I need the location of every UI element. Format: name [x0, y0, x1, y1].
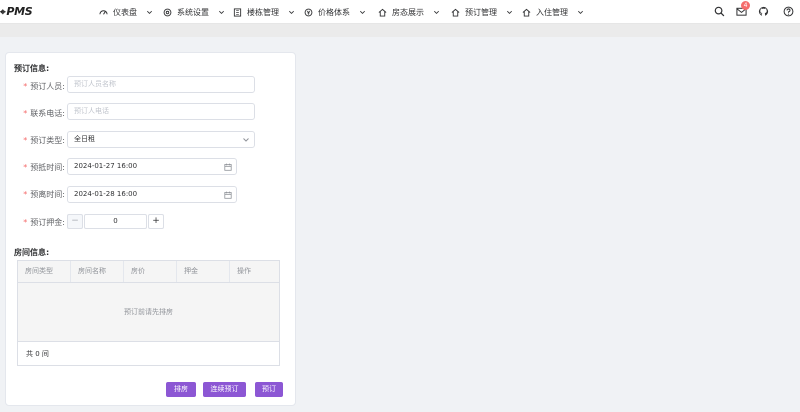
type-select[interactable]: 全日租	[67, 131, 255, 148]
arrive-datetime-input[interactable]: 2024-01-27 16:00	[67, 158, 237, 175]
chevron-down-icon	[219, 10, 224, 14]
arrive-label-text: 预抵时间:	[30, 163, 65, 172]
deposit-decrement-button[interactable]: −	[67, 214, 83, 229]
house-icon	[378, 8, 387, 17]
chevron-down-icon	[243, 138, 249, 142]
deposit-input[interactable]: 0	[84, 214, 147, 229]
type-label-text: 预订类型:	[30, 136, 65, 145]
booker-placeholder: 预订人员名称	[74, 80, 116, 88]
app-logo[interactable]: ⌖PMS	[0, 5, 33, 18]
phone-placeholder: 预订人电话	[74, 107, 109, 115]
required-mark: *	[23, 218, 28, 227]
notification-badge: 4	[741, 1, 750, 10]
column-header: 押金	[177, 261, 230, 282]
github-icon[interactable]	[758, 6, 769, 17]
leave-label: * 预离时间:	[5, 189, 65, 200]
nav-checkin[interactable]: 入住管理	[522, 0, 584, 24]
column-header: 房价	[124, 261, 177, 282]
table-header: 房间类型 房间名称 房价 押金 操作	[18, 261, 279, 283]
chevron-down-icon	[289, 10, 294, 14]
chevron-down-icon	[360, 10, 365, 14]
nav-building-label: 楼栋管理	[247, 7, 279, 17]
reservation-info-title: 预订信息:	[14, 64, 50, 73]
price-icon	[304, 8, 313, 16]
column-header: 房间名称	[71, 261, 124, 282]
column-header: 房间类型	[18, 261, 71, 282]
logo-mark: ⌖	[0, 7, 6, 18]
nav-price-label: 价格体系	[318, 7, 350, 17]
arrive-value: 2024-01-27 16:00	[74, 162, 138, 170]
settings-icon	[163, 8, 172, 16]
calendar-icon	[224, 191, 232, 199]
house-icon	[451, 8, 460, 17]
phone-label-text: 联系电话:	[30, 109, 65, 118]
nav-room-status[interactable]: 房态展示	[378, 0, 440, 24]
building-icon	[233, 7, 242, 17]
nav-system-settings[interactable]: 系统设置	[163, 0, 225, 24]
deposit-label: * 预订押金:	[5, 217, 65, 228]
booker-input[interactable]: 预订人员名称	[67, 76, 255, 93]
nav-checkin-label: 入住管理	[536, 7, 568, 17]
required-mark: *	[23, 82, 28, 91]
booker-label-text: 预订人员:	[30, 82, 65, 91]
rooms-table: 房间类型 房间名称 房价 押金 操作 预订前请先排房 共 0 间	[17, 260, 280, 366]
nav-reservation[interactable]: 预订管理	[451, 0, 513, 24]
chevron-down-icon	[507, 10, 512, 14]
column-header: 操作	[237, 267, 251, 275]
deposit-label-text: 预订押金:	[30, 218, 65, 227]
logo-text: PMS	[6, 5, 33, 18]
type-select-value: 全日租	[74, 135, 95, 143]
top-navbar: ⌖PMS 仪表盘 系统设置 楼栋管理 价格体系 房态展示 预订管理 入住管理 4	[0, 0, 800, 24]
required-mark: *	[23, 163, 28, 172]
chevron-down-icon	[578, 10, 583, 14]
nav-dashboard[interactable]: 仪表盘	[99, 0, 153, 24]
booker-label: * 预订人员:	[5, 81, 65, 92]
table-empty-state: 预订前请先排房	[18, 283, 279, 342]
arrive-label: * 预抵时间:	[5, 162, 65, 173]
nav-dashboard-label: 仪表盘	[113, 7, 137, 17]
arrange-room-button[interactable]: 排房	[166, 382, 196, 397]
required-mark: *	[23, 109, 28, 118]
book-button[interactable]: 预订	[255, 382, 283, 397]
nav-price[interactable]: 价格体系	[304, 0, 366, 24]
leave-label-text: 预离时间:	[30, 190, 65, 199]
leave-value: 2024-01-28 16:00	[74, 190, 138, 198]
chevron-down-icon	[434, 10, 439, 14]
chevron-down-icon	[147, 10, 152, 14]
leave-datetime-input[interactable]: 2024-01-28 16:00	[67, 186, 237, 203]
help-icon[interactable]	[783, 6, 794, 17]
phone-input[interactable]: 预订人电话	[67, 103, 255, 120]
nav-reservation-label: 预订管理	[465, 7, 497, 17]
required-mark: *	[23, 190, 28, 199]
nav-system-settings-label: 系统设置	[177, 7, 209, 17]
nav-room-status-label: 房态展示	[392, 7, 424, 17]
continue-booking-button[interactable]: 连续预订	[203, 382, 246, 397]
dashboard-icon	[99, 9, 108, 15]
deposit-increment-button[interactable]: +	[148, 214, 164, 229]
calendar-icon	[224, 163, 232, 171]
phone-label: * 联系电话:	[5, 108, 65, 119]
search-icon[interactable]	[714, 6, 725, 17]
required-mark: *	[23, 136, 28, 145]
tabs-bar	[0, 24, 800, 37]
type-label: * 预订类型:	[5, 135, 65, 146]
nav-building[interactable]: 楼栋管理	[233, 0, 295, 24]
table-total: 共 0 间	[26, 350, 49, 358]
room-info-title: 房间信息:	[14, 248, 50, 257]
house-icon	[522, 8, 531, 17]
